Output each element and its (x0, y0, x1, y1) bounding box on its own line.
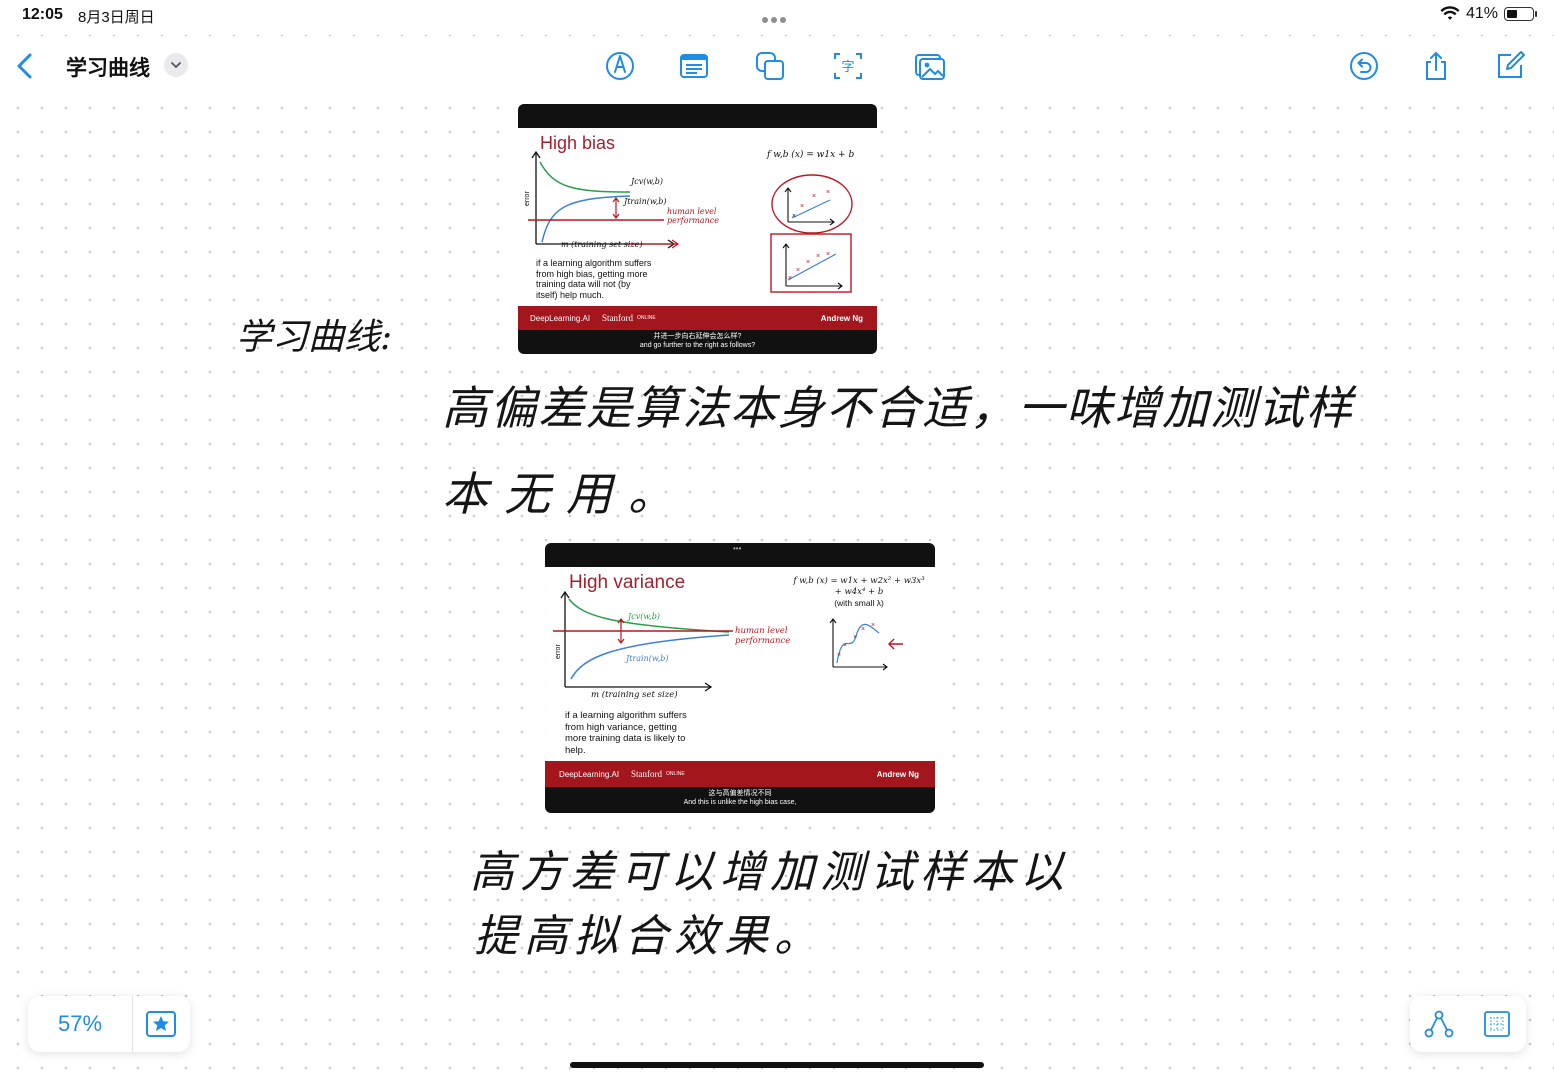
x-axis-label: m (training set size) (561, 240, 643, 249)
pen-icon[interactable] (602, 48, 638, 84)
author-label: Andrew Ng (876, 769, 919, 779)
brand-label: DeepLearning.AI (559, 769, 620, 779)
share-icon[interactable] (1418, 48, 1454, 84)
handwritten-note-high-variance-line1: 高方差可以增加测试样本以 (470, 847, 1070, 898)
status-date: 8月3日周日 (78, 9, 155, 26)
body-line: help. (565, 744, 586, 756)
text-box-icon[interactable] (676, 48, 712, 84)
video-subtitle: 并进一步向右延伸会怎么样? and go further to the righ… (518, 332, 877, 350)
text-recognition-icon[interactable]: 字 (830, 48, 866, 84)
formula-line-3: (with small λ) (834, 598, 884, 608)
subtitle-en: And this is unlike the high bias case, (683, 799, 797, 806)
y-axis-label: error (555, 644, 562, 659)
slide-high-variance[interactable]: ••• High variance × × × × × f w,b (x) = … (545, 543, 935, 813)
wifi-icon (1440, 6, 1460, 20)
battery-icon (1504, 7, 1537, 21)
body-line: from high variance, getting (565, 721, 677, 733)
slide-content: High bias × × × × × × × × × f w,b (x) = … (518, 128, 877, 306)
slide-high-bias[interactable]: High bias × × × × × × × × × f w,b (x) = … (518, 104, 877, 354)
svg-text:×: × (826, 189, 830, 196)
undo-icon[interactable] (1346, 48, 1382, 84)
body-line: itself) help much. (536, 289, 605, 300)
zoom-control: 57% (28, 996, 190, 1052)
svg-text:×: × (788, 275, 792, 282)
model-formula: f w,b (x) = w1x + w2x² + w3x³ + w4x⁴ + b… (791, 576, 927, 609)
svg-text:×: × (826, 251, 830, 258)
train-error-label: Jtrain(w,b) (626, 654, 669, 663)
human-level-label: human level performance (735, 626, 790, 646)
note-title[interactable]: 学习曲线 (66, 52, 150, 82)
svg-text:字: 字 (841, 60, 854, 75)
y-axis-label: error (524, 191, 531, 206)
battery-percent: 41% (1465, 5, 1498, 22)
handwritten-label-learning-curve: 学习曲线: (236, 317, 393, 358)
compose-icon[interactable] (1492, 48, 1528, 84)
canvas-tools (1410, 996, 1526, 1052)
connector-icon[interactable] (1410, 996, 1468, 1052)
online-label: ONLINE (637, 315, 656, 321)
subtitle-en: and go further to the right as follows? (639, 342, 756, 349)
human-level-line-1: human level (735, 626, 788, 636)
slide-body-text: if a learning algorithm suffers from hig… (565, 710, 687, 756)
x-axis-label: m (training set size) (591, 690, 678, 700)
body-line: if a learning algorithm suffers (536, 258, 652, 268)
handwritten-note-high-bias-line2: 本无用。 (442, 467, 690, 521)
slide-body-text: if a learning algorithm suffers from hig… (536, 258, 651, 300)
status-bar: 12:05 8月3日周日 41% (0, 0, 1554, 32)
svg-text:×: × (800, 203, 804, 210)
body-line: if a learning algorithm suffers (565, 710, 687, 721)
human-level-line-2: performance (735, 636, 791, 646)
handwritten-note-high-variance-line2: 提高拟合效果。 (474, 911, 824, 962)
multitasking-dots-icon[interactable] (762, 10, 792, 23)
online-label: ONLINE (666, 771, 685, 777)
stanford-label: Stanford (602, 313, 634, 323)
home-indicator[interactable] (570, 1062, 984, 1068)
formula-line-2: + w4x⁴ + b (834, 587, 884, 597)
body-line: from high bias, getting more (536, 268, 648, 279)
svg-text:×: × (837, 652, 841, 659)
svg-text:×: × (843, 642, 847, 649)
svg-text:×: × (812, 193, 816, 200)
handwritten-note-high-bias-line1: 高偏差是算法本身不合适，一味增加测试样 (442, 381, 1354, 435)
author-label: Andrew Ng (820, 313, 863, 323)
brand-label: DeepLearning.AI (530, 313, 591, 323)
zoom-level[interactable]: 57% (28, 1011, 132, 1037)
model-formula: f w,b (x) = w1x + b (767, 150, 855, 160)
slide-content: High variance × × × × × f w,b (x) = w1x … (545, 567, 935, 761)
drag-handle-icon[interactable]: ••• (733, 544, 741, 553)
status-indicators: 41% (1440, 5, 1537, 23)
svg-text:×: × (816, 253, 820, 260)
toolbar: 学习曲线 字 (0, 36, 1554, 94)
status-time: 12:05 (22, 6, 63, 23)
svg-text:×: × (792, 213, 796, 220)
slide-footer: DeepLearning.AI Stanford ONLINE Andrew N… (518, 306, 877, 330)
human-level-label: human level performance (667, 207, 719, 225)
stanford-label: Stanford (631, 769, 663, 779)
back-icon[interactable] (8, 48, 44, 84)
svg-text:×: × (806, 259, 810, 266)
body-line: more training data is likely to (565, 733, 686, 744)
grid-icon[interactable] (1468, 996, 1526, 1052)
media-icon[interactable] (911, 48, 947, 84)
favorite-star-icon[interactable] (133, 996, 189, 1052)
subtitle-cn: 并进一步向右延伸会怎么样? (653, 333, 742, 340)
formula-line-1: f w,b (x) = w1x + w2x² + w3x³ (793, 576, 925, 586)
svg-text:×: × (796, 267, 800, 274)
chevron-down-icon[interactable] (164, 53, 188, 77)
video-subtitle: 这与高偏差情况不同 And this is unlike the high bi… (545, 789, 935, 807)
human-level-line-1: human level (667, 207, 717, 216)
human-level-line-2: performance (667, 216, 720, 225)
shapes-icon[interactable] (752, 48, 788, 84)
subtitle-cn: 这与高偏差情况不同 (708, 790, 772, 797)
train-error-label: Jtrain(w,b) (624, 197, 667, 206)
cv-error-label: Jcv(w,b) (631, 177, 664, 186)
cv-error-label: Jcv(w,b) (628, 612, 661, 621)
body-line: training data will not (by (536, 279, 631, 289)
slide-footer: DeepLearning.AI Stanford ONLINE Andrew N… (545, 761, 935, 787)
svg-text:×: × (871, 622, 875, 629)
svg-text:×: × (861, 626, 865, 633)
svg-text:×: × (853, 634, 857, 641)
